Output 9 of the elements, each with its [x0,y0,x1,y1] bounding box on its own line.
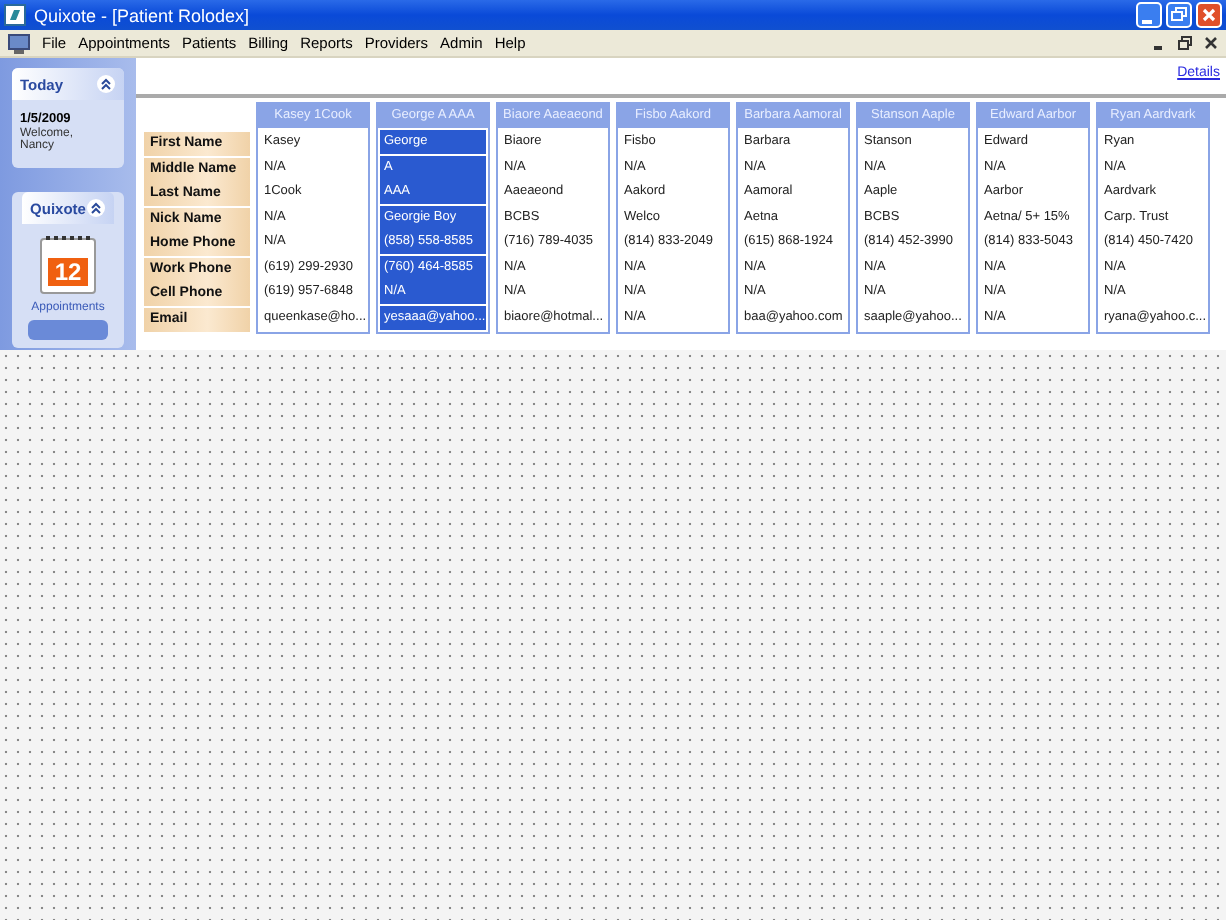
window-title: Quixote - [Patient Rolodex] [34,5,250,25]
restore-icon[interactable] [1178,36,1192,50]
minimize-icon[interactable] [1136,2,1162,28]
collapse-icon[interactable] [85,198,106,218]
app-icon [4,4,26,26]
close-icon[interactable] [1204,36,1218,50]
collapse-icon[interactable] [96,74,116,94]
restore-icon[interactable] [1166,2,1192,28]
app-icon [8,33,30,53]
